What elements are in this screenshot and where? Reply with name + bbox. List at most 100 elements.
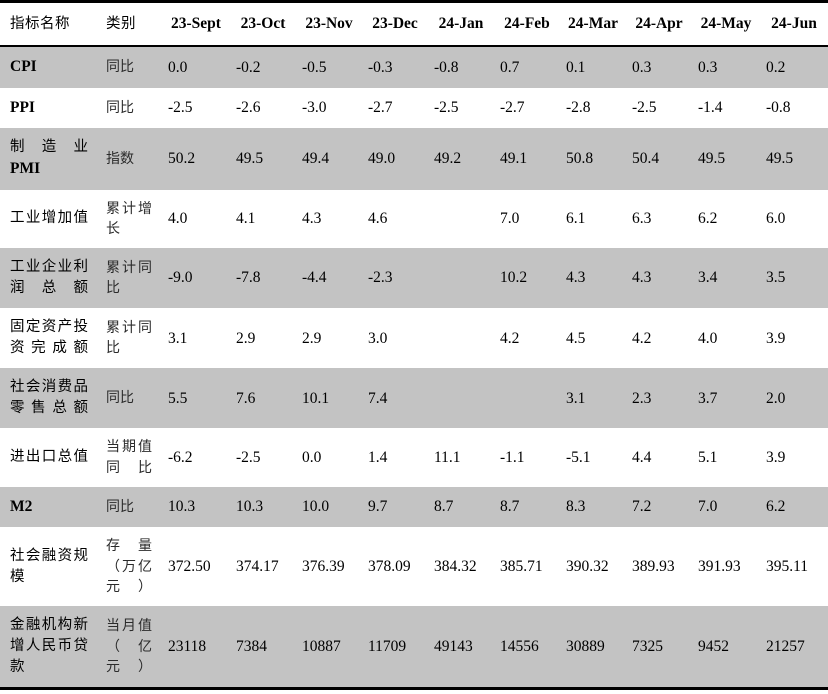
value-cell [428, 190, 494, 249]
value-cell: 384.32 [434, 558, 477, 576]
value-cell: 49.2 [434, 150, 462, 168]
column-header-category: 类别 [106, 16, 136, 32]
value-cell: 0.7 [500, 58, 520, 76]
column-header-indicator-name: 指标名称 [10, 16, 70, 32]
value-cell: 9.7 [368, 498, 388, 516]
value-cell: 4.5 [566, 329, 586, 347]
table-body: CPI 同比 0.0 -0.2 -0.5 -0.3 -0.8 0.7 0.1 0.3 0.3 0.2 P… [0, 46, 828, 689]
column-header-month-9: 24-May [700, 15, 752, 33]
indicator-name-cell: 工业企业利润总额 [10, 259, 88, 297]
value-cell: 50.8 [566, 150, 594, 168]
value-cell: 6.0 [766, 210, 786, 228]
value-cell: 11709 [368, 638, 407, 656]
value-cell: 8.7 [434, 498, 454, 516]
value-cell: 8.7 [500, 498, 520, 516]
value-cell: -2.7 [500, 99, 525, 117]
table-row: 进出口总值 当期值同比 -6.2 -2.5 0.0 1.4 11.1 -1.1 -5.1 4.4 5… [0, 428, 828, 487]
value-cell: 3.9 [766, 448, 786, 466]
value-cell: 2.9 [302, 329, 322, 347]
value-cell: 0.3 [632, 58, 652, 76]
table-row: 社会消费品零售总额 同比 5.5 7.6 10.1 7.4 3.1 2.3 3.7 2.0 [0, 368, 828, 429]
indicator-name-cell: CPI [10, 58, 37, 76]
value-cell: -2.3 [368, 269, 393, 287]
column-header-month-3: 23-Nov [305, 15, 353, 33]
value-cell: 14556 [500, 638, 539, 656]
value-cell: 10.0 [302, 498, 330, 516]
value-cell: 4.0 [168, 210, 188, 228]
value-cell: -2.5 [632, 99, 657, 117]
value-cell: -0.5 [302, 58, 327, 76]
value-cell: 5.5 [168, 389, 188, 407]
category-cell: 同比 [106, 390, 134, 407]
indicator-name-cell: 社会融资规模 [10, 547, 88, 585]
value-cell: -2.5 [434, 99, 459, 117]
value-cell: 21257 [766, 638, 805, 656]
value-cell: -0.8 [434, 58, 459, 76]
value-cell: -9.0 [168, 269, 193, 287]
value-cell: 7.0 [500, 210, 520, 228]
header-row: 指标名称 类别 23-Sept 23-Oct 23-Nov 23-Dec 24-… [0, 1, 828, 47]
value-cell: 49.1 [500, 150, 528, 168]
value-cell: -3.0 [302, 99, 327, 117]
value-cell: -0.3 [368, 58, 393, 76]
category-cell: 指数 [106, 150, 134, 167]
value-cell: 372.50 [168, 558, 211, 576]
value-cell: 376.39 [302, 558, 345, 576]
value-cell: 1.4 [368, 448, 388, 466]
value-cell: -2.8 [566, 99, 591, 117]
value-cell: 50.4 [632, 150, 660, 168]
value-cell: -5.1 [566, 448, 591, 466]
value-cell [428, 308, 494, 368]
value-cell: 2.0 [766, 389, 786, 407]
value-cell: 49.5 [766, 150, 794, 168]
value-cell: 385.71 [500, 558, 543, 576]
indicator-name-cn: 制造业 [10, 139, 88, 156]
category-cell: 累计同比 [106, 319, 152, 357]
value-cell: 3.0 [368, 329, 388, 347]
table-row: 工业企业利润总额 累计同比 -9.0 -7.8 -4.4 -2.3 10.2 4.3 4.3 3.… [0, 248, 828, 309]
table-row: 制造业 PMI 指数 50.2 49.5 49.4 49.0 49.2 49.1 50.8 50.4… [0, 128, 828, 190]
value-cell: 7.4 [368, 389, 388, 407]
value-cell: -0.2 [236, 58, 261, 76]
value-cell: -2.6 [236, 99, 261, 117]
value-cell: 50.2 [168, 150, 196, 168]
indicator-name-cell: PPI [10, 98, 35, 116]
value-cell: 49.5 [698, 150, 726, 168]
column-header-month-1: 23-Sept [171, 15, 221, 33]
value-cell: 10.3 [168, 498, 196, 516]
value-cell: 0.1 [566, 58, 586, 76]
value-cell: -2.5 [236, 448, 261, 466]
value-cell: 0.0 [168, 58, 188, 76]
value-cell: 395.11 [766, 558, 809, 576]
value-cell: 3.1 [168, 329, 188, 347]
value-cell: 49.4 [302, 150, 330, 168]
value-cell: 7384 [236, 638, 267, 656]
value-cell: 6.2 [698, 210, 718, 228]
value-cell: 3.5 [766, 269, 786, 287]
value-cell: 10.1 [302, 389, 330, 407]
indicator-name-cell: 固定资产投资完成额 [10, 319, 88, 357]
value-cell: -6.2 [168, 448, 193, 466]
value-cell: 2.9 [236, 329, 256, 347]
value-cell: 4.6 [368, 210, 388, 228]
category-cell: 累计增长 [106, 200, 152, 237]
value-cell: 4.3 [302, 210, 322, 228]
column-header-month-10: 24-Jun [771, 15, 817, 33]
value-cell: 4.4 [632, 448, 652, 466]
value-cell: 10887 [302, 638, 341, 656]
table-row: 固定资产投资完成额 累计同比 3.1 2.9 2.9 3.0 4.2 4.5 4.2 4.0 3.9 [0, 308, 828, 369]
table-row: CPI 同比 0.0 -0.2 -0.5 -0.3 -0.8 0.7 0.1 0.3 0.3 0.2 [0, 46, 828, 88]
value-cell: 6.1 [566, 210, 586, 228]
value-cell [494, 368, 560, 428]
value-cell: -7.8 [236, 269, 261, 287]
table-header: 指标名称 类别 23-Sept 23-Oct 23-Nov 23-Dec 24-… [0, 1, 828, 47]
value-cell: 3.4 [698, 269, 718, 287]
value-cell: 23118 [168, 638, 207, 656]
value-cell: -0.8 [766, 99, 791, 117]
category-cell: 同比 [106, 59, 134, 76]
table-row: 社会融资规模 存量（万亿元） 372.50 374.17 376.39 378.09 384… [0, 527, 828, 607]
value-cell: 4.3 [566, 269, 586, 287]
value-cell: 6.2 [766, 498, 786, 516]
value-cell: -2.5 [168, 99, 193, 117]
value-cell: 3.1 [566, 389, 586, 407]
